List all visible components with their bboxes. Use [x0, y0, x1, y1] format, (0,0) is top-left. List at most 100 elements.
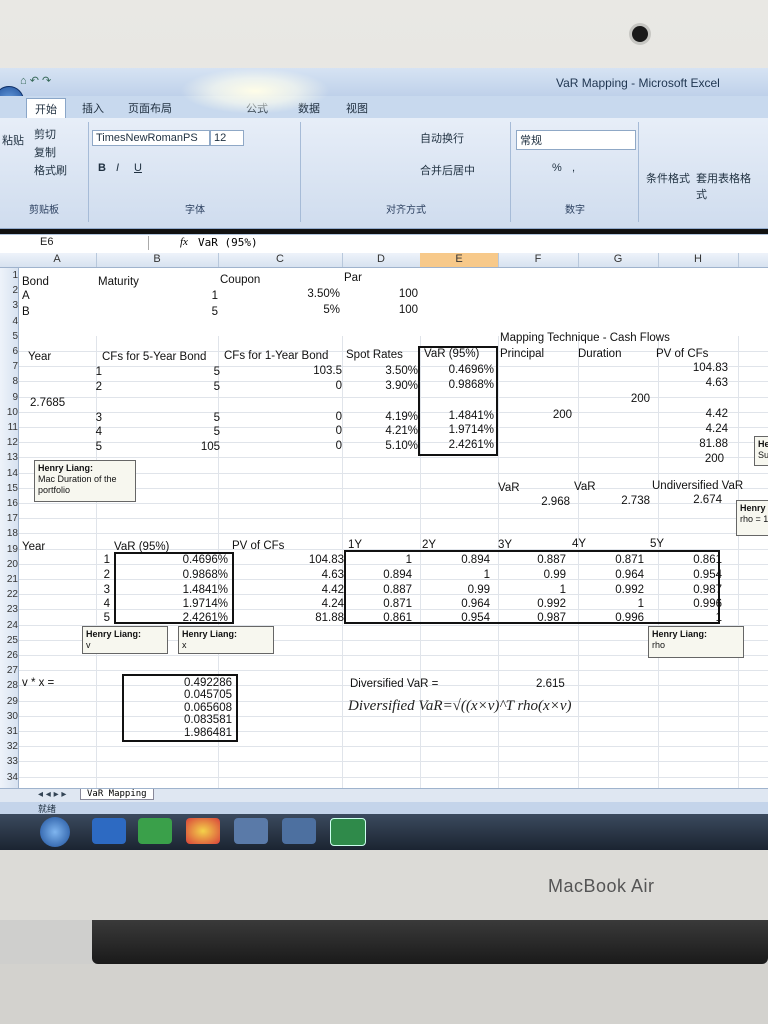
row-header-32[interactable]: 32 — [0, 741, 18, 752]
cell-a6[interactable]: Year — [28, 351, 51, 364]
cell-a9[interactable]: 2.7685 — [30, 397, 65, 410]
cell-h12[interactable]: 81.88 — [680, 438, 728, 451]
cell-c6[interactable]: CFs for 1-Year Bond — [224, 350, 328, 363]
cell-b1[interactable]: Maturity — [98, 276, 139, 289]
cell-c2[interactable]: 3.50% — [280, 288, 340, 301]
matrix-pv-cell[interactable]: 4.42 — [270, 584, 344, 597]
cell-d6[interactable]: Spot Rates — [346, 349, 403, 362]
tab-insert[interactable]: 插入 — [82, 100, 104, 116]
cell-a2[interactable]: A — [22, 290, 30, 303]
merge-center-button[interactable]: 合并后居中 — [420, 162, 475, 178]
row-header-8[interactable]: 8 — [0, 376, 18, 387]
sheet-nav-icons[interactable]: ◂ ◂ ▸ ▸ — [38, 789, 66, 800]
cell-c10[interactable]: 0 — [280, 411, 342, 424]
row-header-27[interactable]: 27 — [0, 665, 18, 676]
row-header-7[interactable]: 7 — [0, 361, 18, 372]
row-header-14[interactable]: 14 — [0, 468, 18, 479]
chrome-icon[interactable] — [186, 818, 220, 844]
row-header-22[interactable]: 22 — [0, 589, 18, 600]
row-header-34[interactable]: 34 — [0, 772, 18, 783]
row-header-3[interactable]: 3 — [0, 300, 18, 311]
cell-c7[interactable]: 103.5 — [280, 365, 342, 378]
format-painter-button[interactable]: 格式刷 — [34, 162, 67, 178]
row-header-24[interactable]: 24 — [0, 620, 18, 631]
cell-c11[interactable]: 0 — [280, 425, 342, 438]
row-header-12[interactable]: 12 — [0, 437, 18, 448]
cell-h15[interactable]: Undiversified VaR — [652, 480, 743, 493]
matrix-year-cell[interactable]: 2 — [60, 569, 110, 582]
tab-view[interactable]: 视图 — [346, 100, 368, 116]
cell-h16[interactable]: 2.674 — [672, 494, 722, 507]
font-size-select[interactable]: 12 — [210, 130, 244, 146]
row-header-20[interactable]: 20 — [0, 559, 18, 570]
cell-a10[interactable]: 3 — [60, 412, 102, 425]
cell-g16[interactable]: 2.738 — [600, 495, 650, 508]
cell-f29[interactable]: 2.615 — [536, 678, 565, 691]
column-header-b[interactable]: B — [96, 253, 219, 267]
cell-b10[interactable]: 5 — [180, 412, 220, 425]
matrix-pv-cell[interactable]: 104.83 — [270, 554, 344, 567]
start-button-icon[interactable] — [40, 817, 70, 847]
cell-h7[interactable]: 104.83 — [680, 362, 728, 375]
wechat-icon[interactable] — [138, 818, 172, 844]
name-box[interactable]: E6 — [4, 236, 149, 250]
number-format-select[interactable]: 常规 — [516, 130, 636, 150]
row-header-23[interactable]: 23 — [0, 604, 18, 615]
row-header-2[interactable]: 2 — [0, 285, 18, 296]
bold-button[interactable]: B — [98, 162, 106, 174]
comma-button[interactable]: , — [572, 162, 575, 174]
conditional-format-button[interactable]: 条件格式 — [646, 170, 690, 186]
row-header-19[interactable]: 19 — [0, 544, 18, 555]
matrix-year-cell[interactable]: 4 — [60, 598, 110, 611]
format-as-table-button[interactable]: 套用表格格式 — [696, 170, 756, 202]
row-header-15[interactable]: 15 — [0, 483, 18, 494]
cell-c12[interactable]: 0 — [280, 440, 342, 453]
folder-icon[interactable] — [234, 818, 268, 844]
cell-d7[interactable]: 3.50% — [360, 365, 418, 378]
row-header-4[interactable]: 4 — [0, 316, 18, 327]
row-header-18[interactable]: 18 — [0, 528, 18, 539]
row-header-33[interactable]: 33 — [0, 756, 18, 767]
cell-b8[interactable]: 5 — [180, 381, 220, 394]
percent-button[interactable]: % — [552, 162, 562, 174]
cell-f16[interactable]: 2.968 — [520, 496, 570, 509]
matrix-pv-cell[interactable]: 4.24 — [270, 598, 344, 611]
row-header-16[interactable]: 16 — [0, 498, 18, 509]
cell-g15[interactable]: VaR — [574, 481, 596, 494]
matrix-year-cell[interactable]: 1 — [60, 554, 110, 567]
cell-d12[interactable]: 5.10% — [360, 440, 418, 453]
cell-d10[interactable]: 4.19% — [360, 411, 418, 424]
cell-d8[interactable]: 3.90% — [360, 380, 418, 393]
cell-b7[interactable]: 5 — [180, 366, 220, 379]
wrap-text-button[interactable]: 自动换行 — [420, 130, 464, 146]
cell-a8[interactable]: 2 — [60, 381, 102, 394]
cell-d29[interactable]: Diversified VaR = — [350, 678, 438, 691]
cell-h8[interactable]: 4.63 — [680, 377, 728, 390]
cell-c1[interactable]: Coupon — [220, 274, 260, 287]
column-header-e[interactable]: E — [420, 253, 499, 267]
cell-a12[interactable]: 5 — [60, 441, 102, 454]
underline-button[interactable]: U — [134, 162, 142, 174]
matrix-year-cell[interactable]: 5 — [60, 612, 110, 625]
cell-g9[interactable]: 200 — [600, 393, 650, 406]
row-header-10[interactable]: 10 — [0, 407, 18, 418]
cell-h13[interactable]: 200 — [680, 453, 724, 466]
copy-button[interactable]: 复制 — [34, 144, 56, 160]
italic-button[interactable]: I — [116, 162, 119, 174]
cell-f6[interactable]: Principal — [500, 348, 544, 361]
tab-page-layout[interactable]: 页面布局 — [128, 100, 172, 116]
row-header-26[interactable]: 26 — [0, 650, 18, 661]
row-header-5[interactable]: 5 — [0, 331, 18, 342]
quick-access-toolbar[interactable]: ⌂ ↶ ↷ — [20, 74, 51, 87]
cell-a3[interactable]: B — [22, 306, 30, 319]
row-header-21[interactable]: 21 — [0, 574, 18, 585]
row-header-13[interactable]: 13 — [0, 452, 18, 463]
row-header-1[interactable]: 1 — [0, 270, 18, 281]
cell-d2[interactable]: 100 — [370, 288, 418, 301]
font-name-select[interactable]: TimesNewRomanPS — [92, 130, 210, 146]
cell-f5[interactable]: Mapping Technique - Cash Flows — [500, 332, 670, 345]
matrix-pv-cell[interactable]: 81.88 — [270, 612, 344, 625]
ie-icon[interactable] — [92, 818, 126, 844]
cell-a29[interactable]: v * x = — [22, 677, 54, 690]
cell-a11[interactable]: 4 — [60, 426, 102, 439]
